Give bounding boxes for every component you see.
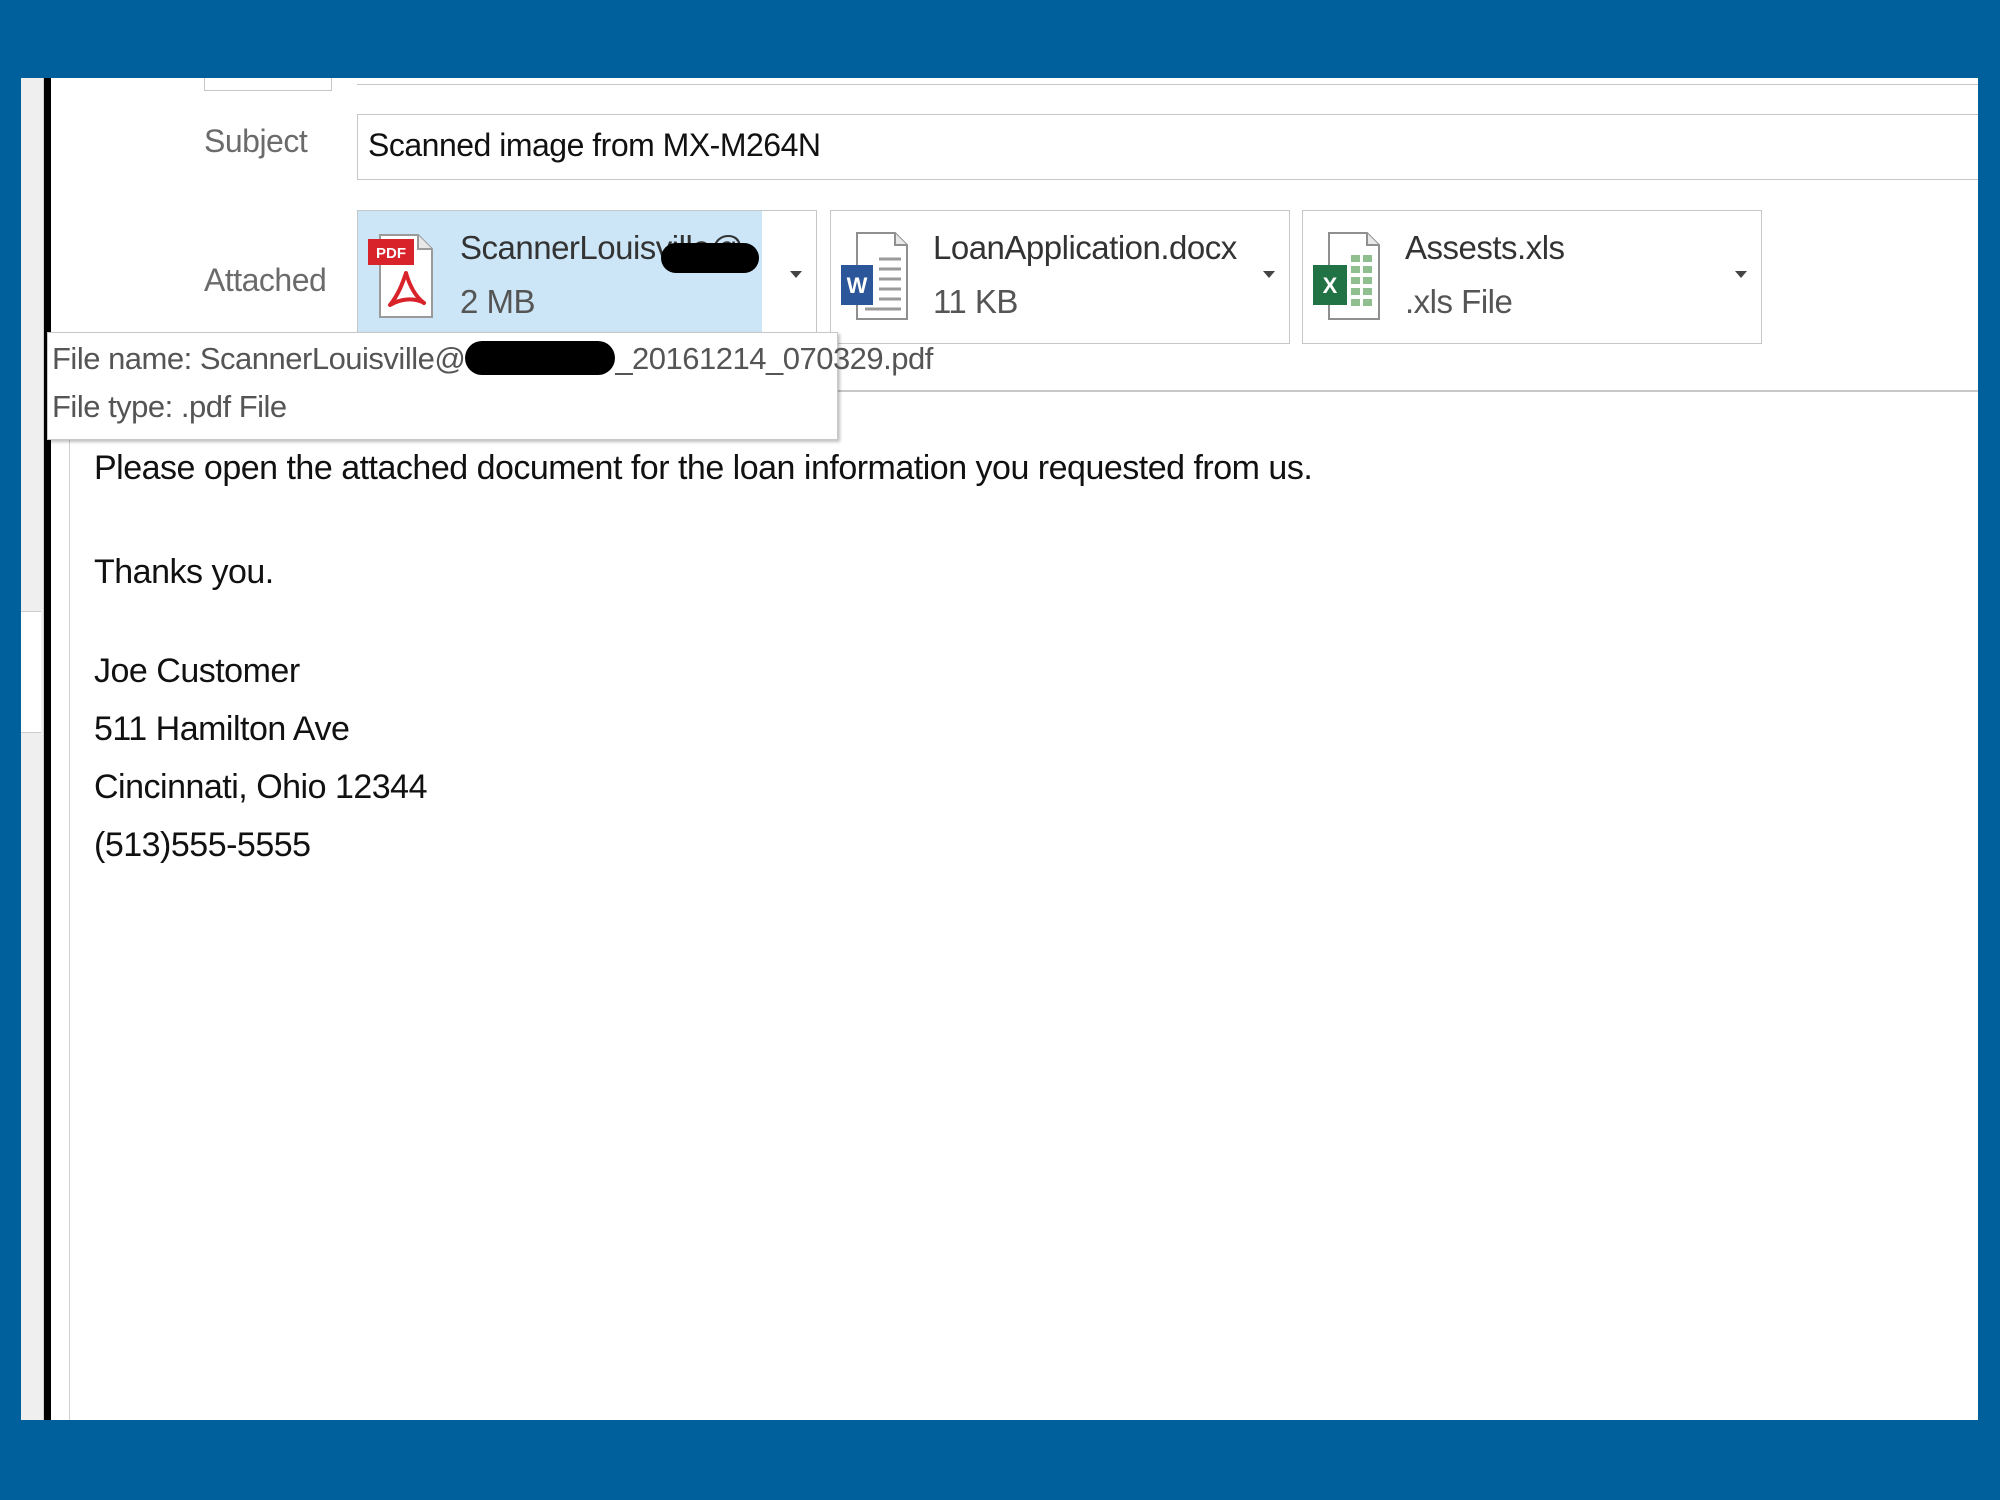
pdf-file-icon: PDF [368,234,433,318]
email-window: Subject Scanned image from MX-M264N Atta… [21,78,1978,1420]
signature-city: Cincinnati, Ohio 12344 [94,768,428,806]
left-pane-tab[interactable] [21,611,41,733]
svg-text:X: X [1323,273,1338,298]
attachment-docx-size: 11 KB [933,283,1018,320]
tooltip-file-name: File name: ScannerLouisville@ _20161214_0… [52,341,933,377]
body-line: Thanks you. [94,553,274,591]
window-edge-bar [44,78,51,1420]
attachment-xls-type: .xls File [1405,283,1513,320]
attached-label: Attached [204,262,327,298]
tooltip-file-name-suffix: _20161214_070329.pdf [615,341,933,376]
signature-name: Joe Customer [94,652,300,690]
body-line: Please open the attached document for th… [94,449,1313,487]
attachment-docx-name: LoanApplication.docx [933,229,1237,266]
message-body[interactable]: Please open the attached document for th… [94,448,1894,874]
svg-text:W: W [847,273,868,298]
tooltip-file-type-value: .pdf File [180,389,287,424]
to-button[interactable] [204,78,332,91]
word-file-icon: W [841,232,908,320]
attachment-pdf-size: 2 MB [460,283,536,320]
excel-file-icon: X [1313,232,1380,320]
to-field[interactable] [357,78,1978,85]
redaction-mark [465,341,616,375]
signature-phone: (513)555-5555 [94,826,311,864]
attachment-pdf[interactable]: PDF ScannerLouisville@ 2 MB [357,210,817,344]
body-left-border [69,440,70,1420]
attachment-docx[interactable]: W LoanApplication.docx 11 KB [830,210,1290,344]
attachment-tooltip: File name: ScannerLouisville@ _20161214_0… [47,332,933,440]
attachment-xls-name: Assests.xls [1405,229,1565,266]
subject-value: Scanned image from MX-M264N [368,127,821,163]
chevron-down-icon[interactable] [790,271,802,278]
chevron-down-icon[interactable] [1735,271,1747,278]
tooltip-file-name-prefix: ScannerLouisville@ [199,341,466,376]
subject-field[interactable]: Scanned image from MX-M264N [357,114,1978,180]
redaction-mark [661,243,759,273]
subject-label: Subject [204,123,308,159]
signature-address: 511 Hamilton Ave [94,710,350,748]
tooltip-file-type-label: File type: [52,389,173,424]
tooltip-file-name-label: File name: [52,341,192,376]
left-pane-strip [21,78,44,1420]
svg-text:PDF: PDF [376,245,406,262]
attachment-xls[interactable]: X Assests.xls .xls File [1302,210,1762,344]
chevron-down-icon[interactable] [1263,271,1275,278]
tooltip-file-type: File type: .pdf File [52,389,287,425]
